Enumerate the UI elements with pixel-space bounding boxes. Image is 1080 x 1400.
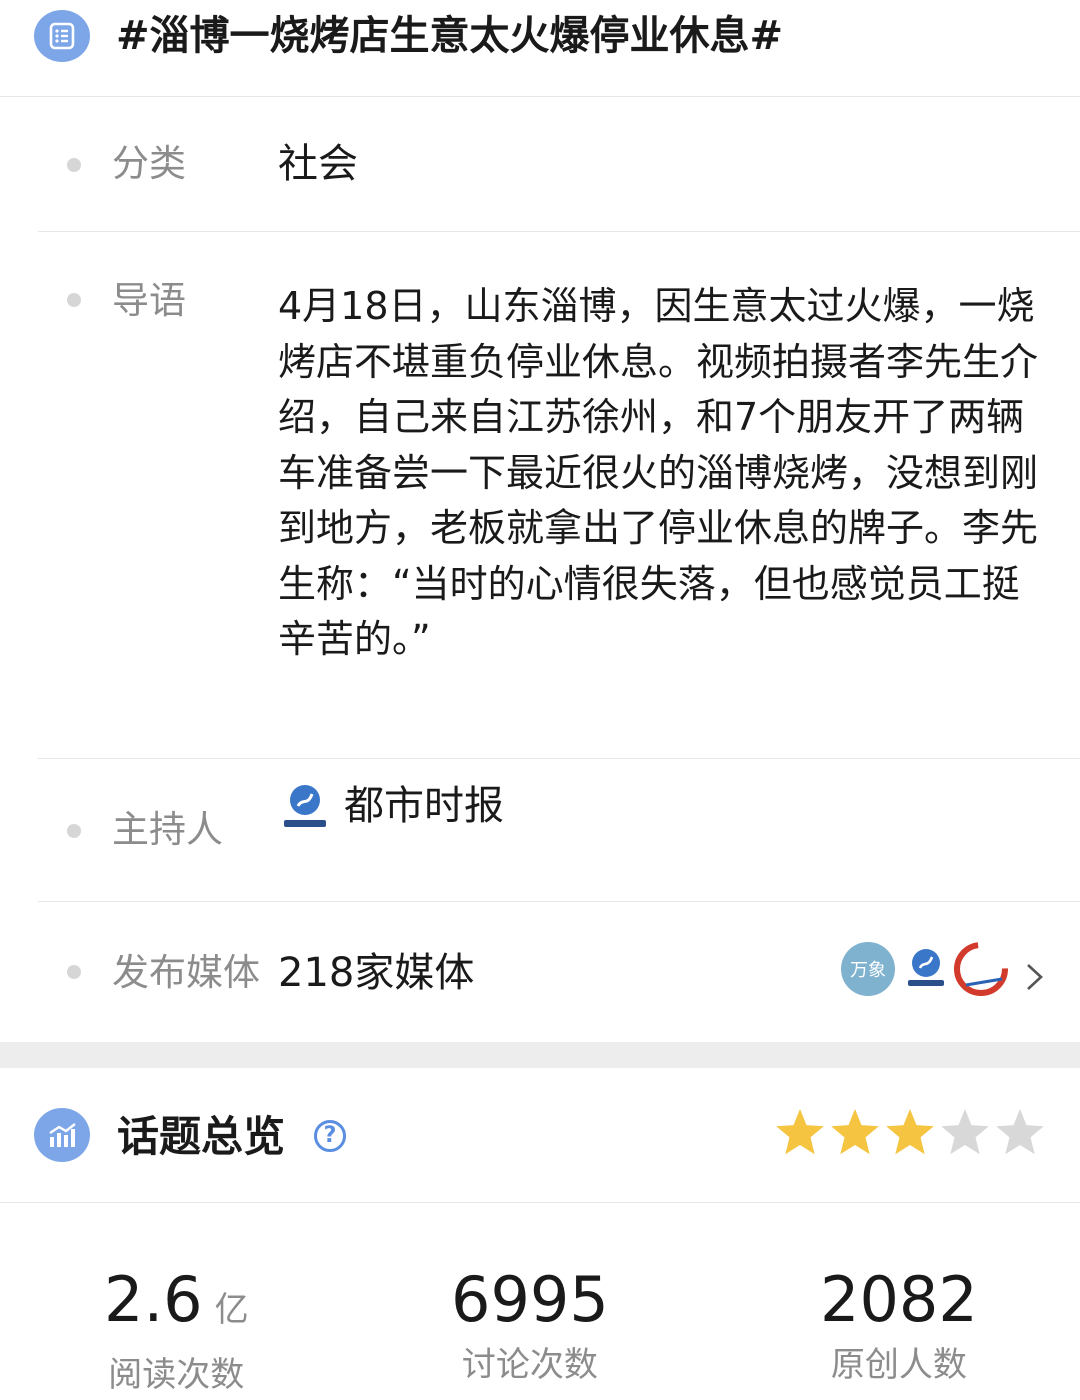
- stat-read-value: 2.6: [104, 1263, 203, 1336]
- section-divider: [0, 1042, 1080, 1068]
- category-value[interactable]: 社会: [278, 140, 358, 188]
- host-logo[interactable]: [278, 776, 332, 838]
- rating-stars: [776, 1109, 1044, 1155]
- stat-original: 2082 原创人数: [820, 1262, 978, 1388]
- intro-row: 导语 4月18日，山东淄博，因生意太过火爆，一烧烤店不堪重负停业休息。视频拍摄者…: [38, 231, 1080, 759]
- stat-original-value: 2082: [820, 1263, 978, 1336]
- stat-original-label: 原创人数: [830, 1345, 967, 1385]
- stat-read-unit: 亿: [214, 1290, 249, 1330]
- help-icon[interactable]: ?: [314, 1120, 346, 1152]
- media-count[interactable]: 218家媒体: [278, 949, 474, 997]
- intro-label: 导语: [112, 279, 186, 322]
- intro-text: 4月18日，山东淄博，因生意太过火爆，一烧烤店不堪重负停业休息。视频拍摄者李先生…: [278, 284, 1039, 661]
- media-label: 发布媒体: [112, 951, 260, 994]
- stat-read: 2.6 亿 阅读次数: [104, 1262, 249, 1398]
- overview-title: 话题总览: [117, 1112, 286, 1161]
- star-icon: [996, 1109, 1044, 1155]
- star-icon: [776, 1109, 824, 1155]
- overview-header: 话题总览 ?: [0, 1068, 1080, 1203]
- stat-read-label: 阅读次数: [108, 1355, 245, 1395]
- bullet-dot: [67, 965, 81, 979]
- category-row: 分类 社会: [38, 96, 1080, 232]
- bullet-dot: [67, 293, 81, 307]
- topic-header: #淄博一烧烤店生意太火爆停业休息#: [0, 0, 1080, 97]
- star-icon: [831, 1109, 879, 1155]
- host-name[interactable]: 都市时报: [344, 782, 504, 830]
- star-icon: [886, 1109, 934, 1155]
- media-logo-text: 万象: [850, 960, 886, 981]
- bullet-dot: [67, 824, 81, 838]
- stat-discuss-label: 讨论次数: [461, 1345, 598, 1385]
- chevron-right-icon[interactable]: [1023, 961, 1047, 993]
- star-icon: [941, 1109, 989, 1155]
- media-row[interactable]: 发布媒体 218家媒体 万象: [38, 901, 1080, 1042]
- stat-discuss-value: 6995: [451, 1263, 609, 1336]
- stat-discuss: 6995 讨论次数: [451, 1262, 609, 1388]
- host-row[interactable]: 主持人 都市时报: [38, 758, 1080, 902]
- topic-title: #淄博一烧烤店生意太火爆停业休息#: [116, 13, 784, 59]
- bullet-dot: [67, 158, 81, 172]
- list-icon: [34, 10, 90, 62]
- chart-icon: [34, 1108, 90, 1162]
- category-label: 分类: [112, 142, 186, 185]
- host-label: 主持人: [112, 808, 223, 851]
